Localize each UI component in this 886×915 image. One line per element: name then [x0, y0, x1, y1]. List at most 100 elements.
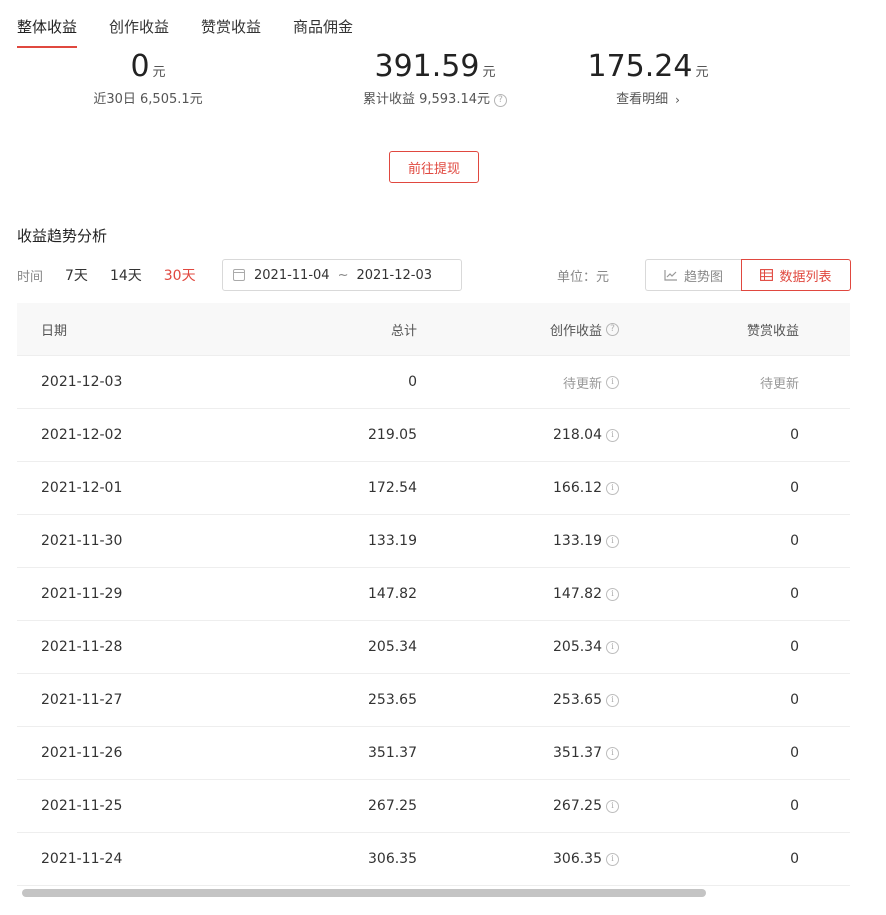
cell-creation: 133.19 i — [553, 533, 619, 549]
trend-chart-label[interactable]: 趋势图 — [684, 266, 723, 285]
tab-creation[interactable]: 创作收益 — [109, 15, 169, 39]
table-row: 2021-12-02 219.05 218.04 i 0 — [17, 409, 850, 462]
question-icon[interactable]: ? — [494, 93, 508, 107]
cell-total: 172.54 — [368, 480, 417, 496]
cell-creation-value: 306.35 — [553, 851, 602, 867]
cell-reward: 0 — [790, 798, 799, 814]
info-icon[interactable]: i — [606, 693, 619, 707]
cell-reward: 0 — [790, 586, 799, 602]
question-icon[interactable]: ? — [606, 322, 619, 336]
cell-date: 2021-12-02 — [41, 427, 123, 443]
table-row: 2021-11-28 205.34 205.34 i 0 — [17, 621, 850, 674]
cell-total: 0 — [408, 374, 417, 390]
info-icon[interactable]: i — [606, 640, 619, 654]
info-icon[interactable]: i — [606, 799, 619, 813]
cell-reward: 0 — [790, 427, 799, 443]
cell-date: 2021-11-30 — [41, 533, 123, 549]
cell-creation-value: 253.65 — [553, 692, 602, 708]
earnings-table: 日期 总计 创作收益 ? 赞赏收益 2021-12-03 0 待更新 i 待更新… — [17, 303, 850, 886]
range-7d[interactable]: 7天 — [65, 265, 88, 285]
earnings-tabs: 整体收益 创作收益 赞赏收益 商品佣金 — [17, 15, 385, 48]
cell-total: 219.05 — [368, 427, 417, 443]
cell-creation-value: 205.34 — [553, 639, 602, 655]
cell-total: 205.34 — [368, 639, 417, 655]
cell-creation-value: 147.82 — [553, 586, 602, 602]
date-start[interactable]: 2021-11-04 — [254, 268, 330, 283]
table-body: 2021-12-03 0 待更新 i 待更新 2021-12-02 219.05… — [17, 356, 850, 886]
trend-chart-button[interactable]: 趋势图 — [645, 259, 741, 291]
stat-yesterday-unit: 元 — [482, 65, 496, 80]
table-row: 2021-11-24 306.35 306.35 i 0 — [17, 833, 850, 886]
cell-creation-value: 待更新 — [562, 376, 602, 392]
header-creation: 创作收益 ? — [550, 320, 619, 339]
info-icon[interactable]: i — [606, 428, 619, 442]
date-end[interactable]: 2021-12-03 — [356, 268, 432, 283]
view-details-link[interactable]: 查看明细 › — [578, 91, 718, 109]
header-date: 日期 — [41, 323, 68, 339]
stat-yesterday-value-row: 391.59 元 — [355, 49, 515, 85]
cell-reward: 0 — [790, 745, 799, 761]
stat-yesterday-sub: 累计收益 9,593.14元 ? — [355, 91, 515, 109]
view-toggle: 趋势图 数据列表 — [645, 259, 851, 291]
header-creation-label: 创作收益 — [549, 323, 602, 339]
cell-reward: 0 — [790, 480, 799, 496]
table-row: 2021-11-29 147.82 147.82 i 0 — [17, 568, 850, 621]
tab-commission[interactable]: 商品佣金 — [293, 15, 353, 39]
cell-date: 2021-12-01 — [41, 480, 123, 496]
stat-yesterday: 391.59 元 累计收益 9,593.14元 ? — [355, 49, 515, 109]
header-reward: 赞赏收益 — [746, 323, 799, 339]
cell-creation: 351.37 i — [553, 745, 619, 761]
info-icon[interactable]: i — [606, 534, 619, 548]
cell-creation-value: 351.37 — [553, 745, 602, 761]
table-row: 2021-11-27 253.65 253.65 i 0 — [17, 674, 850, 727]
cell-reward: 0 — [790, 533, 799, 549]
section-title: 收益趋势分析 — [17, 227, 108, 245]
cell-creation: 218.04 i — [553, 427, 619, 443]
calendar-icon — [233, 269, 245, 281]
table-header: 日期 总计 创作收益 ? 赞赏收益 — [17, 303, 850, 356]
withdraw-button[interactable]: 前往提现 — [389, 151, 479, 183]
data-list-button[interactable]: 数据列表 — [741, 259, 851, 291]
header-total: 总计 — [390, 323, 417, 339]
tab-overall[interactable]: 整体收益 — [17, 15, 78, 48]
line-chart-icon — [664, 270, 677, 281]
stat-today-value: 0 — [130, 49, 150, 84]
table-row: 2021-11-25 267.25 267.25 i 0 — [17, 780, 850, 833]
cell-total: 133.19 — [368, 533, 417, 549]
horizontal-scrollbar[interactable] — [22, 889, 706, 897]
cell-total: 306.35 — [368, 851, 417, 867]
info-icon[interactable]: i — [606, 375, 619, 389]
cell-reward: 0 — [790, 692, 799, 708]
stat-yesterday-value: 391.59 — [374, 49, 480, 84]
range-30d[interactable]: 30天 — [164, 265, 196, 285]
cell-total: 147.82 — [368, 586, 417, 602]
info-icon[interactable]: i — [606, 852, 619, 866]
stat-30day-label: 近30日 6,505.1元 — [93, 92, 203, 107]
earnings-page: 整体收益 创作收益 赞赏收益 商品佣金 0 元 近30日 6,505.1元 391… — [0, 0, 886, 915]
table-row: 2021-11-26 351.37 351.37 i 0 — [17, 727, 850, 780]
cell-date: 2021-11-24 — [41, 851, 123, 867]
info-icon[interactable]: i — [606, 481, 619, 495]
cell-total: 253.65 — [368, 692, 417, 708]
table-row: 2021-12-03 0 待更新 i 待更新 — [17, 356, 850, 409]
time-label: 时间 — [17, 269, 44, 285]
cell-date: 2021-12-03 — [41, 374, 123, 390]
cell-date: 2021-11-27 — [41, 692, 123, 708]
cell-date: 2021-11-26 — [41, 745, 123, 761]
cell-creation-value: 218.04 — [553, 427, 602, 443]
stat-balance-unit: 元 — [695, 65, 709, 80]
cell-creation-value: 133.19 — [553, 533, 602, 549]
date-range-picker[interactable]: 2021-11-04 ~ 2021-12-03 — [222, 259, 462, 291]
view-details-label[interactable]: 查看明细 — [616, 91, 668, 109]
info-icon[interactable]: i — [606, 746, 619, 760]
cell-creation-value: 267.25 — [553, 798, 602, 814]
cell-creation: 待更新 i — [563, 373, 619, 392]
stat-balance-value: 175.24 — [587, 49, 693, 84]
stat-today-sub: 近30日 6,505.1元 — [83, 91, 213, 109]
chevron-right-icon: › — [675, 93, 680, 107]
range-14d[interactable]: 14天 — [110, 265, 142, 285]
date-separator: ~ — [337, 267, 349, 283]
tab-reward[interactable]: 赞赏收益 — [201, 15, 261, 39]
info-icon[interactable]: i — [606, 587, 619, 601]
data-list-label[interactable]: 数据列表 — [779, 266, 831, 285]
